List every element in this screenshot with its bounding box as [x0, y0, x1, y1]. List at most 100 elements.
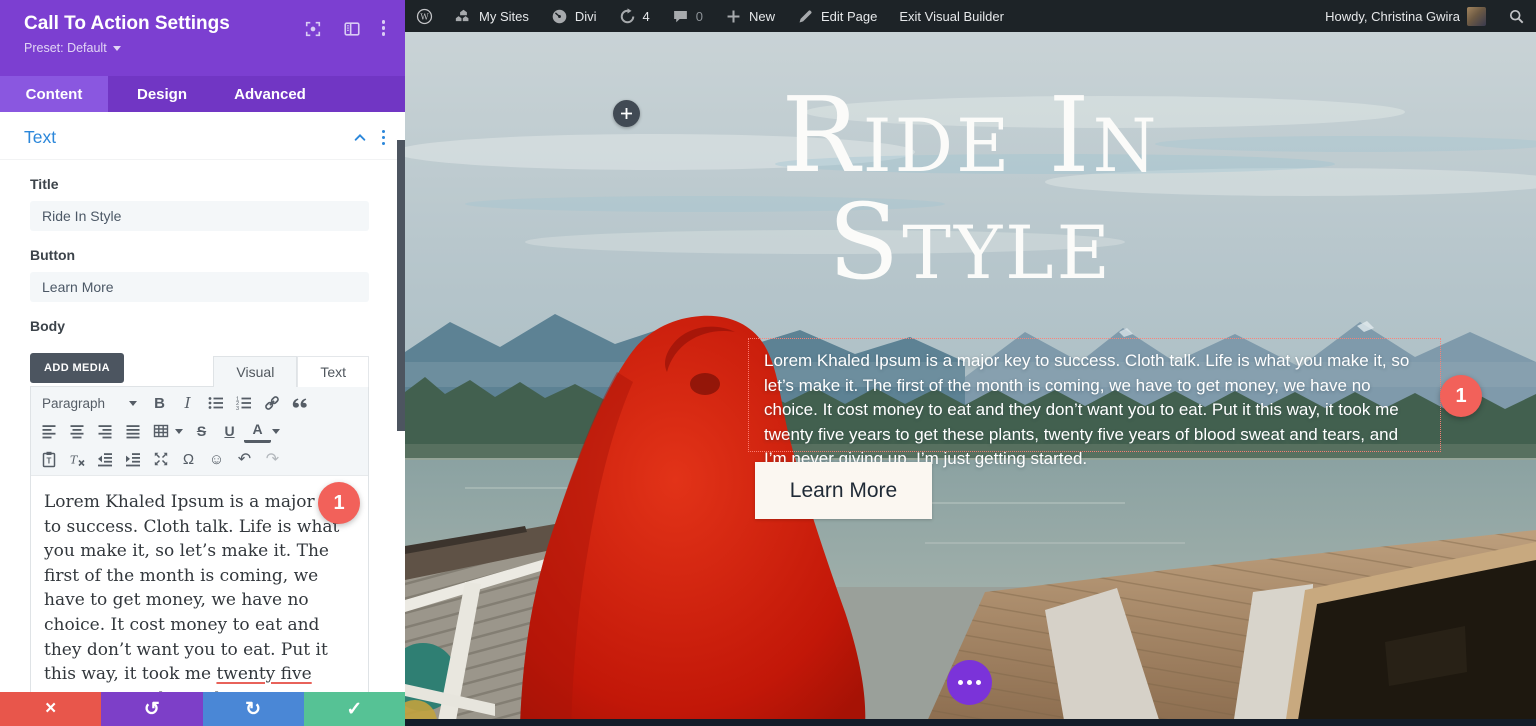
add-media-button[interactable]: ADD MEDIA: [30, 353, 124, 383]
ellipsis-icon: [958, 680, 963, 685]
table-button[interactable]: [147, 419, 174, 443]
paragraph-format-button[interactable]: Paragraph: [35, 396, 145, 411]
tab-content[interactable]: Content: [0, 76, 108, 112]
search-button[interactable]: [1497, 0, 1536, 32]
new-content[interactable]: New: [714, 0, 786, 32]
panel-body: Text Title Button Body ADD MEDIA Visual …: [0, 112, 405, 692]
tab-design[interactable]: Design: [108, 76, 216, 112]
svg-text:T: T: [46, 457, 51, 466]
paragraph-format-label: Paragraph: [42, 396, 105, 411]
decrease-indent-icon: [96, 450, 114, 468]
caret-down-icon: [129, 401, 137, 406]
paste-as-text-button[interactable]: T: [35, 447, 62, 471]
cta-button[interactable]: Learn More: [755, 462, 932, 519]
tab-visual[interactable]: Visual: [213, 356, 297, 387]
discard-button[interactable]: ×: [0, 692, 101, 726]
change-count-badge: 1: [1440, 375, 1482, 417]
emoticons-button[interactable]: ☺: [203, 447, 230, 471]
section-title: Text: [24, 127, 56, 148]
panel-scrollbar[interactable]: [397, 140, 405, 431]
undo-icon: ↺: [144, 698, 160, 721]
howdy-text: Howdy, Christina Gwira: [1325, 9, 1460, 24]
button-field-label: Button: [30, 247, 405, 263]
text-color-button[interactable]: A: [244, 419, 271, 443]
undo-button[interactable]: ↺: [101, 692, 202, 726]
insert-link-icon: [263, 394, 281, 412]
divi-menu[interactable]: Divi: [540, 0, 608, 32]
align-center-button[interactable]: [63, 419, 90, 443]
italic-button[interactable]: I: [174, 391, 201, 415]
comments-label: 0: [696, 9, 703, 24]
panel-options-icon[interactable]: [382, 20, 386, 76]
clear-formatting-icon: T: [68, 450, 86, 468]
align-right-icon: [96, 422, 114, 440]
blockquote-button[interactable]: [286, 391, 313, 415]
save-button[interactable]: ✓: [304, 692, 405, 726]
misspelled-word: twenty five: [216, 664, 311, 684]
settings-panel: Call To Action Settings Preset: Default …: [0, 0, 405, 726]
exit-visual-builder[interactable]: Exit Visual Builder: [888, 0, 1015, 32]
edit-page[interactable]: Edit Page: [786, 0, 888, 32]
bulleted-list-button[interactable]: [202, 391, 229, 415]
comment-icon: [672, 8, 689, 25]
house-icon: [455, 8, 472, 25]
preset-label: Preset: Default: [24, 41, 107, 55]
account-menu[interactable]: Howdy, Christina Gwira: [1314, 0, 1497, 32]
tab-advanced[interactable]: Advanced: [216, 76, 324, 112]
redo-button[interactable]: ↷: [259, 447, 286, 471]
justify-button[interactable]: [119, 419, 146, 443]
redo-button[interactable]: ↻: [203, 692, 304, 726]
title-field-label: Title: [30, 176, 405, 192]
new-content-label: New: [749, 9, 775, 24]
numbered-list-button[interactable]: 123: [230, 391, 257, 415]
align-left-icon: [40, 422, 58, 440]
body-editor: Paragraph BI 123 SUA T T Ω☺↶↷ Lorem Khaled I…: [30, 386, 369, 710]
edit-page-label: Edit Page: [821, 9, 877, 24]
align-left-button[interactable]: [35, 419, 62, 443]
editor-toolbar: Paragraph BI 123 SUA T T Ω☺↶↷: [31, 387, 368, 476]
blockquote-icon: [291, 394, 309, 412]
caret-down-icon: [272, 429, 280, 434]
expand-module-icon[interactable]: [304, 20, 322, 76]
updates[interactable]: 4: [608, 0, 661, 32]
fullscreen-icon: [152, 450, 170, 468]
bold-button[interactable]: B: [146, 391, 173, 415]
comments[interactable]: 0: [661, 0, 714, 32]
admin-bar-left: WMy SitesDivi4 0 New Edit Page Exit Visual B…: [405, 0, 1015, 32]
wordpress-menu[interactable]: W: [405, 0, 444, 32]
caret-down-icon: [175, 429, 183, 434]
collapse-section-icon[interactable]: [353, 131, 367, 145]
panel-header[interactable]: Call To Action Settings Preset: Default: [0, 0, 405, 76]
decrease-indent-button[interactable]: [91, 447, 118, 471]
editor-content[interactable]: Lorem Khaled Ipsum is a major key to suc…: [31, 476, 368, 709]
caret-down-icon: [113, 46, 121, 51]
justify-icon: [124, 422, 142, 440]
update-icon: [619, 8, 636, 25]
table-icon: [152, 422, 170, 440]
screen: WMy SitesDivi4 0 New Edit Page Exit Visual B…: [0, 0, 1536, 726]
align-center-icon: [68, 422, 86, 440]
tab-text[interactable]: Text: [297, 356, 369, 387]
my-sites[interactable]: My Sites: [444, 0, 540, 32]
insert-link-button[interactable]: [258, 391, 285, 415]
title-input[interactable]: [30, 201, 369, 231]
section-options-icon[interactable]: [382, 130, 386, 146]
strikethrough-button[interactable]: S: [188, 419, 215, 443]
increase-indent-button[interactable]: [119, 447, 146, 471]
cta-title[interactable]: Ride In Style: [405, 82, 1536, 296]
align-right-button[interactable]: [91, 419, 118, 443]
preset-selector[interactable]: Preset: Default: [24, 41, 230, 55]
clear-formatting-button[interactable]: T: [63, 447, 90, 471]
cta-body-text[interactable]: Lorem Khaled Ipsum is a major key to suc…: [748, 338, 1441, 452]
panel-tabs: ContentDesignAdvanced: [0, 76, 405, 112]
editor-text-segment: Lorem Khaled Ipsum is a major key to suc…: [44, 492, 350, 684]
button-input[interactable]: [30, 272, 369, 302]
fullscreen-button[interactable]: [147, 447, 174, 471]
text-section-header[interactable]: Text: [0, 112, 405, 160]
section-menu-button[interactable]: [947, 660, 992, 705]
special-character-button[interactable]: Ω: [175, 447, 202, 471]
underline-button[interactable]: U: [216, 419, 243, 443]
undo-button[interactable]: ↶: [231, 447, 258, 471]
svg-text:T: T: [70, 454, 79, 467]
panel-layout-icon[interactable]: [343, 20, 361, 76]
